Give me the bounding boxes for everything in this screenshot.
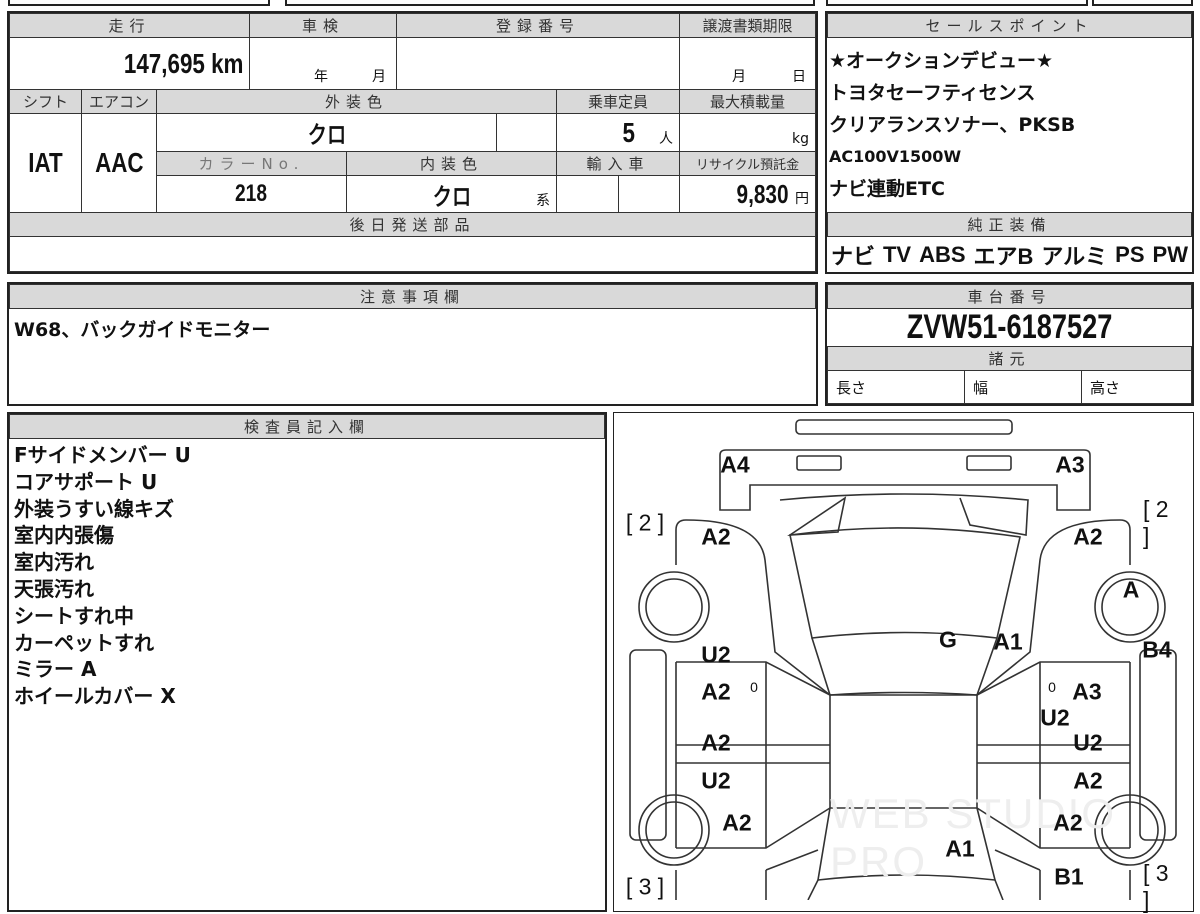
damage-mark: [ 2 ] [1143,496,1169,549]
damage-mark: [ 3 ] [625,873,665,900]
damage-mark: A4 [720,451,750,478]
damage-mark: A2 [701,729,731,756]
damage-mark: B4 [1142,636,1172,663]
damage-mark: [ 2 ] [625,509,665,536]
door-handle-mark: 0 [1048,679,1056,695]
damage-mark: B1 [1054,863,1084,890]
left-side-skirt [629,649,667,841]
left-rear-fender [675,519,831,696]
damage-mark: G [939,626,957,653]
damage-mark: A3 [1055,451,1085,478]
damage-mark: U2 [701,767,731,794]
damage-mark: U2 [1040,704,1070,731]
damage-mark: A2 [1073,523,1103,550]
door-handle-mark: 0 [750,679,758,695]
damage-mark: A2 [701,523,731,550]
roof-shape [789,527,1021,639]
damage-mark: A1 [993,628,1023,655]
damage-mark: A3 [1072,678,1102,705]
rear-window-shape [779,493,1029,536]
rear-bumper-shape [795,419,1013,435]
damage-mark: [ 3 ] [1143,860,1169,913]
damage-mark: A2 [1073,767,1103,794]
damage-mark: A2 [701,678,731,705]
damage-mark: A2 [722,809,752,836]
windshield-top [811,637,998,696]
damage-mark: A2 [1053,809,1083,836]
trunk-shape [719,449,1091,511]
damage-mark: U2 [701,641,731,668]
damage-mark: A [1122,576,1140,603]
damage-mark: A1 [945,835,975,862]
car-diagram [629,419,1177,900]
damage-mark: U2 [1073,729,1103,756]
